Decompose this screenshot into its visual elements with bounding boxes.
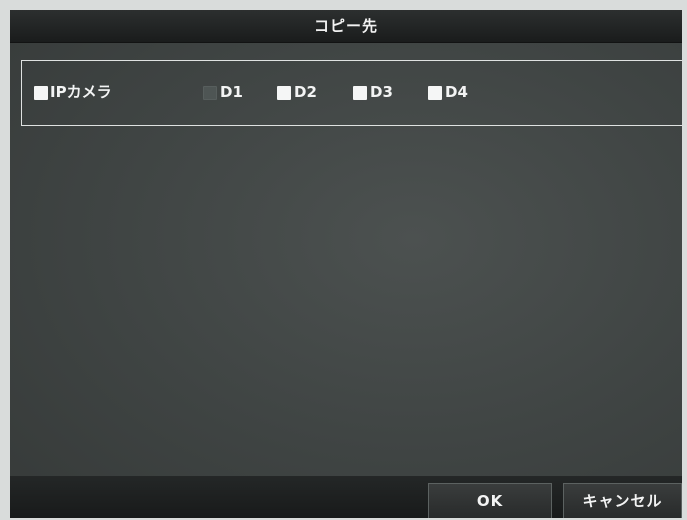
title-bar: コピー先 [10,10,682,43]
channel-d3-checkbox[interactable] [353,86,367,100]
channel-d3-label[interactable]: D3 [370,82,393,102]
dialog-title: コピー先 [313,17,378,35]
channel-d2-label[interactable]: D2 [294,82,317,102]
screen: コピー先 IPカメラ D1 D2 D3 D4 OK キャンセル [0,0,687,520]
ip-camera-label[interactable]: IPカメラ [50,82,112,102]
copy-destination-dialog: コピー先 IPカメラ D1 D2 D3 D4 OK キャンセル [10,10,682,518]
channel-d2-checkbox[interactable] [277,86,291,100]
ok-button[interactable]: OK [428,483,552,518]
channel-d4-label[interactable]: D4 [445,82,468,102]
channel-d4-checkbox[interactable] [428,86,442,100]
channel-d1-checkbox [203,86,217,100]
ip-camera-checkbox[interactable] [34,86,48,100]
channel-selection-group [21,60,682,126]
channel-d1-label: D1 [220,83,243,101]
cancel-button[interactable]: キャンセル [563,483,682,518]
